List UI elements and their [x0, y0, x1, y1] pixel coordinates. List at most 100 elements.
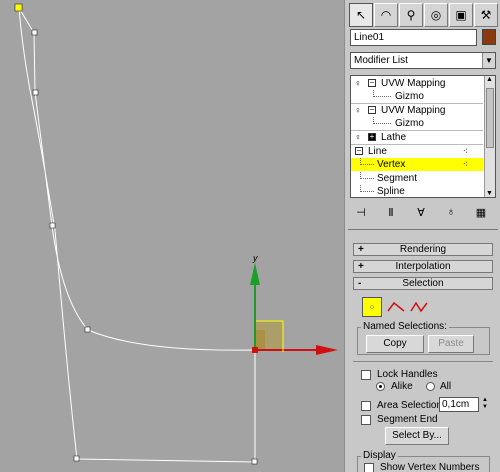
viewport[interactable]: y: [0, 0, 344, 472]
stack-scrollbar[interactable]: ▲ ▼: [484, 76, 495, 197]
copy-button[interactable]: Copy: [366, 335, 424, 353]
vertex: [84, 326, 91, 333]
selection-divider: [353, 361, 493, 362]
lightbulb-icon[interactable]: ♀: [353, 131, 363, 144]
hierarchy-tab-icon: ⚲: [406, 8, 416, 22]
show-vertex-numbers-label: Show Vertex Numbers: [380, 462, 480, 472]
stack-item-gizmo[interactable]: Gizmo: [351, 90, 483, 103]
gizmo-pivot: [252, 347, 258, 353]
hierarchy-tab[interactable]: ⚲: [399, 3, 423, 27]
spline-level-icon[interactable]: [410, 300, 430, 314]
modify-tab[interactable]: ◠: [374, 3, 398, 27]
chevron-down-icon[interactable]: ▼: [482, 53, 495, 68]
vertex-first: [14, 3, 23, 12]
scroll-thumb[interactable]: [486, 88, 494, 148]
create-tab-icon: ↖: [355, 8, 367, 22]
motion-tab[interactable]: ◎: [424, 3, 448, 27]
stack-item-line[interactable]: − Line ⁖: [351, 145, 483, 158]
area-selection-checkbox[interactable]: [361, 401, 371, 411]
stack-item-label: UVW Mapping: [381, 78, 446, 89]
stack-item-label: UVW Mapping: [381, 105, 446, 116]
rollout-label: Rendering: [399, 244, 447, 255]
collapse-icon[interactable]: −: [368, 79, 376, 87]
display-tab[interactable]: ▣: [449, 3, 473, 27]
lock-handles-label: Lock Handles: [377, 369, 438, 380]
gizmo-y-label: y: [253, 253, 258, 263]
lightbulb-icon[interactable]: ♀: [353, 77, 363, 90]
vertex-level-button[interactable]: ⁘: [362, 297, 382, 317]
vertex-dots-icon: ⁖: [462, 146, 469, 156]
modify-tab-icon: ◠: [380, 8, 392, 22]
stack-toolbar: ⊣ Ⅱ ∀ ♁ ▦: [353, 204, 493, 222]
vertex: [49, 222, 56, 229]
stack-item-spline[interactable]: Spline: [351, 185, 483, 197]
stack-item-label: Lathe: [381, 132, 407, 143]
tree-connector: [360, 172, 374, 179]
remove-modifier-icon[interactable]: ♁: [443, 204, 459, 220]
alike-radio[interactable]: [376, 382, 385, 391]
tree-connector: [360, 185, 374, 192]
show-vertex-numbers-checkbox[interactable]: [364, 463, 374, 472]
make-unique-icon[interactable]: ∀: [413, 204, 429, 220]
scroll-down-icon[interactable]: ▼: [486, 190, 493, 197]
area-selection-spinner[interactable]: 0,1cm: [439, 397, 479, 412]
stack-item-gizmo[interactable]: Gizmo: [351, 117, 483, 130]
command-panel-tabs: ↖ ◠ ⚲ ◎ ▣ ⚒: [349, 3, 499, 27]
gizmo-y-arrowhead: [250, 263, 260, 285]
paste-button[interactable]: Paste: [428, 335, 474, 353]
object-color-swatch[interactable]: [482, 29, 496, 45]
modifier-stack[interactable]: ♀ − UVW Mapping Gizmo ♀ − UVW Mapping Gi…: [350, 75, 496, 198]
segment-level-icon[interactable]: [386, 300, 406, 314]
create-tab[interactable]: ↖: [349, 3, 373, 27]
stack-item-segment[interactable]: Segment: [351, 172, 483, 185]
gizmo-x-arrowhead: [316, 345, 338, 355]
collapse-icon[interactable]: −: [368, 106, 376, 114]
configure-modifier-sets-icon[interactable]: ▦: [473, 204, 489, 220]
tree-connector: [360, 158, 374, 165]
stack-item-label: Line: [368, 146, 387, 157]
utilities-tab-icon: ⚒: [480, 8, 492, 22]
rollout-label: Interpolation: [395, 261, 451, 272]
motion-tab-icon: ◎: [430, 8, 442, 22]
object-name-field[interactable]: Line01: [350, 29, 477, 46]
spinner-arrows-icon[interactable]: ▲ ▼: [481, 397, 489, 412]
show-end-result-icon[interactable]: Ⅱ: [383, 204, 399, 220]
named-selections-label: Named Selections:: [361, 321, 449, 332]
alike-label: Alike: [391, 381, 413, 392]
pin-stack-icon[interactable]: ⊣: [353, 204, 369, 220]
stack-item-vertex[interactable]: Vertex ⁖: [351, 158, 483, 171]
stack-item-uvw-mapping[interactable]: ♀ − UVW Mapping: [351, 104, 483, 117]
all-radio[interactable]: [426, 382, 435, 391]
stack-item-label: Vertex: [377, 159, 406, 170]
lightbulb-icon[interactable]: ♀: [353, 104, 363, 117]
tree-connector: [373, 90, 391, 97]
collapse-icon[interactable]: −: [355, 147, 363, 155]
expand-icon[interactable]: +: [368, 133, 376, 141]
stack-item-label: Gizmo: [395, 118, 424, 129]
selection-rollout[interactable]: - Selection: [353, 277, 493, 290]
command-panel: ↖ ◠ ⚲ ◎ ▣ ⚒ Line01 Modifier List ▼ ♀ − U…: [344, 0, 500, 472]
rollout-sign: +: [358, 261, 364, 272]
display-label: Display: [361, 450, 398, 461]
modifier-list-dropdown[interactable]: Modifier List ▼: [350, 52, 496, 69]
utilities-tab[interactable]: ⚒: [474, 3, 498, 27]
lock-handles-checkbox[interactable]: [361, 370, 371, 380]
stack-item-label: Gizmo: [395, 91, 424, 102]
stack-item-label: Segment: [377, 173, 418, 184]
display-tab-icon: ▣: [455, 8, 467, 22]
stack-item-lathe[interactable]: ♀ + Lathe: [351, 131, 483, 144]
stack-item-uvw-mapping[interactable]: ♀ − UVW Mapping: [351, 77, 483, 90]
spline-outer-curve: [18, 7, 256, 463]
interpolation-rollout[interactable]: + Interpolation: [353, 260, 493, 273]
rollout-label: Selection: [402, 278, 444, 289]
segment-end-label: Segment End: [377, 414, 438, 425]
rendering-rollout[interactable]: + Rendering: [353, 243, 493, 256]
select-by-button[interactable]: Select By...: [385, 427, 449, 445]
spline-canvas[interactable]: [0, 0, 344, 472]
modifier-list-label: Modifier List: [354, 55, 408, 66]
vertex: [31, 29, 38, 36]
panel-divider: [348, 229, 498, 230]
segment-end-checkbox[interactable]: [361, 415, 371, 425]
scroll-up-icon[interactable]: ▲: [486, 76, 493, 83]
tree-connector: [373, 117, 391, 124]
